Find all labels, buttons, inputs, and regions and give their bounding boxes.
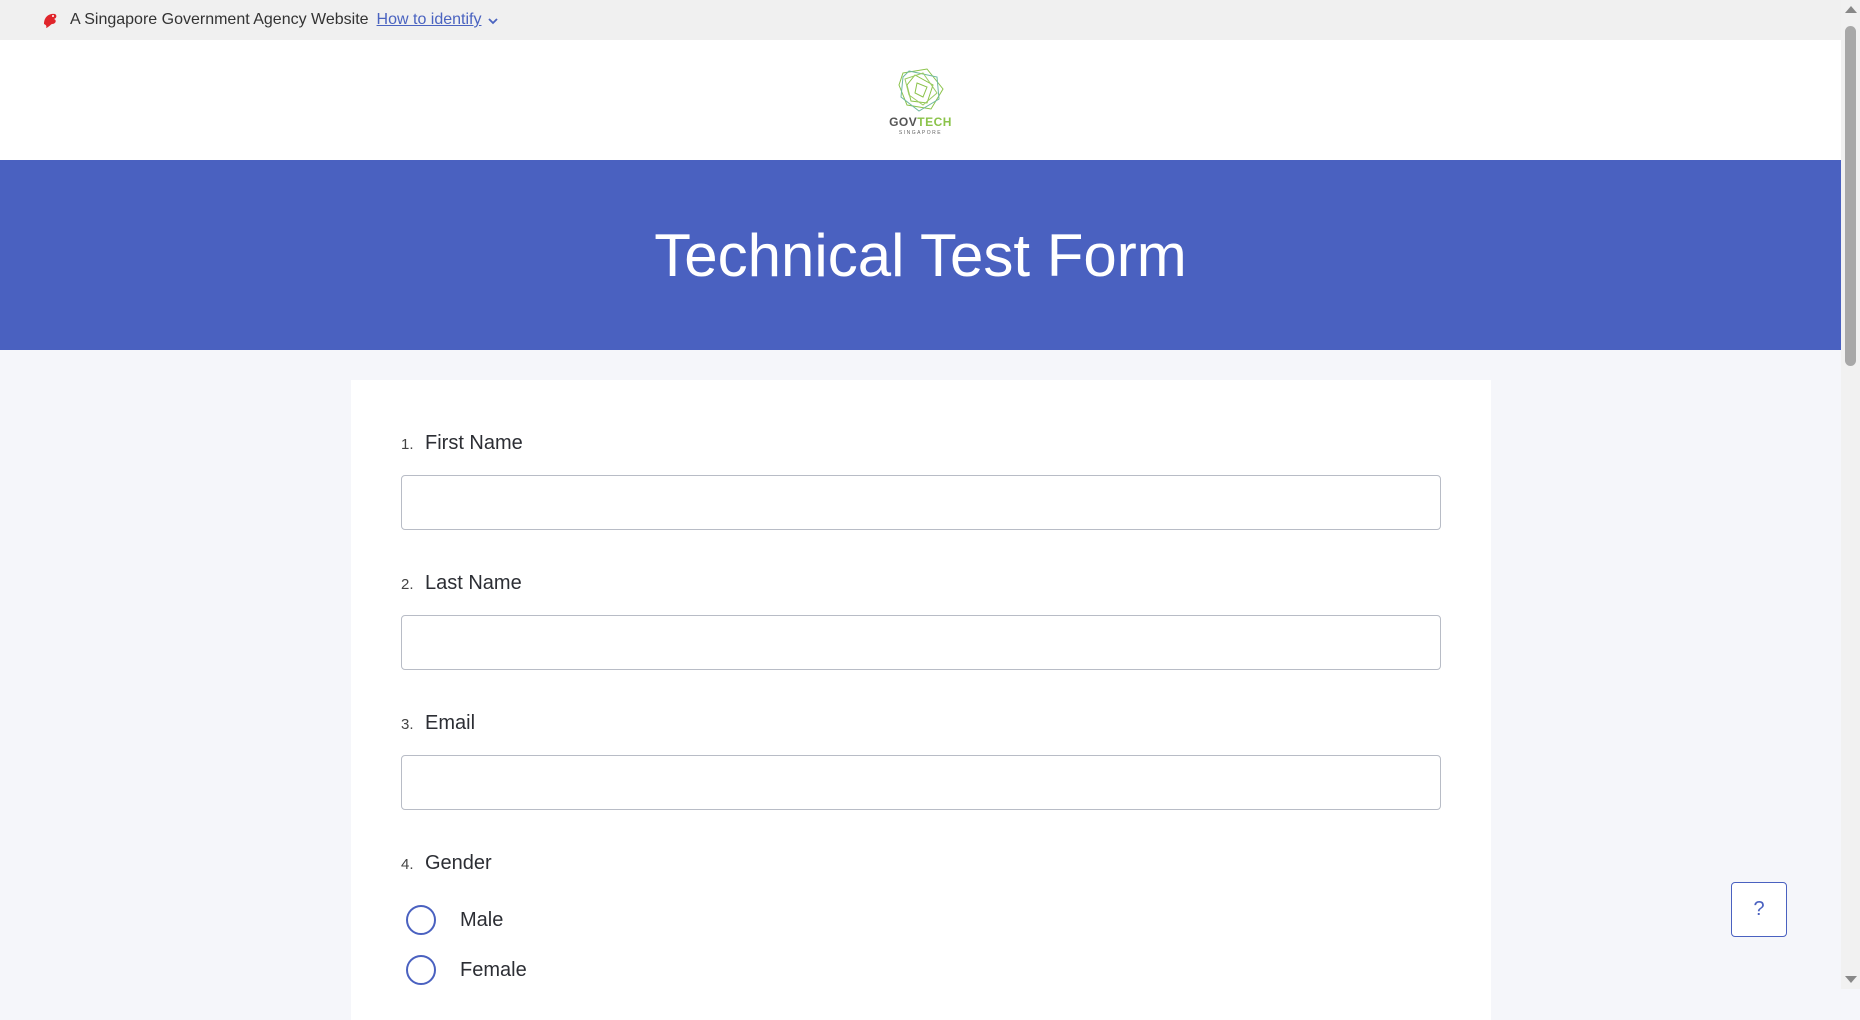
form-title: Technical Test Form (654, 221, 1187, 289)
question-title: Last Name (425, 572, 522, 594)
govtech-emblem-icon (897, 67, 944, 112)
scroll-up-icon[interactable] (1845, 6, 1857, 13)
question-number: 1. (401, 436, 414, 453)
govtech-logo[interactable]: GOVTECH SINGAPORE (889, 65, 952, 136)
chevron-down-icon[interactable] (487, 14, 499, 26)
help-button[interactable]: ? (1731, 882, 1787, 937)
logo-subtext: SINGAPORE (898, 129, 943, 136)
form-header-banner: Technical Test Form (0, 160, 1841, 350)
how-to-identify-link[interactable]: How to identify (377, 11, 482, 29)
first-name-input[interactable] (401, 475, 1441, 530)
radio-label: Female (460, 958, 527, 981)
question-title: First Name (425, 432, 523, 454)
logo-wordmark: GOVTECH (889, 114, 952, 129)
page-scrollbar[interactable] (1841, 0, 1860, 989)
scrollbar-thumb[interactable] (1845, 26, 1856, 366)
question-number: 3. (401, 716, 414, 733)
question-title: Email (425, 712, 476, 734)
question-label: 4. Gender (401, 852, 1441, 875)
scroll-down-icon[interactable] (1845, 976, 1857, 983)
radio-button[interactable] (406, 905, 436, 935)
question-title: Gender (425, 852, 492, 874)
radio-label: Male (460, 908, 504, 931)
question-email: 3. Email (401, 712, 1441, 810)
question-label: 1. First Name (401, 432, 1441, 455)
email-input[interactable] (401, 755, 1441, 810)
question-label: 2. Last Name (401, 572, 1441, 595)
gov-masthead: A Singapore Government Agency Website Ho… (0, 0, 1841, 40)
question-number: 4. (401, 856, 414, 873)
logo-bar: GOVTECH SINGAPORE (0, 40, 1841, 160)
question-last-name: 2. Last Name (401, 572, 1441, 670)
form-card: 1. First Name 2. Last Name 3. Email 4. G… (351, 380, 1491, 1020)
agency-text: A Singapore Government Agency Website (70, 11, 369, 28)
radio-button[interactable] (406, 955, 436, 985)
question-label: 3. Email (401, 712, 1441, 735)
radio-option-male[interactable]: Male (406, 895, 1441, 945)
question-first-name: 1. First Name (401, 432, 1441, 530)
radio-option-female[interactable]: Female (406, 945, 1441, 995)
singapore-lion-icon (40, 10, 60, 30)
last-name-input[interactable] (401, 615, 1441, 670)
question-number: 2. (401, 576, 414, 593)
question-gender: 4. Gender Male Female (401, 852, 1441, 995)
